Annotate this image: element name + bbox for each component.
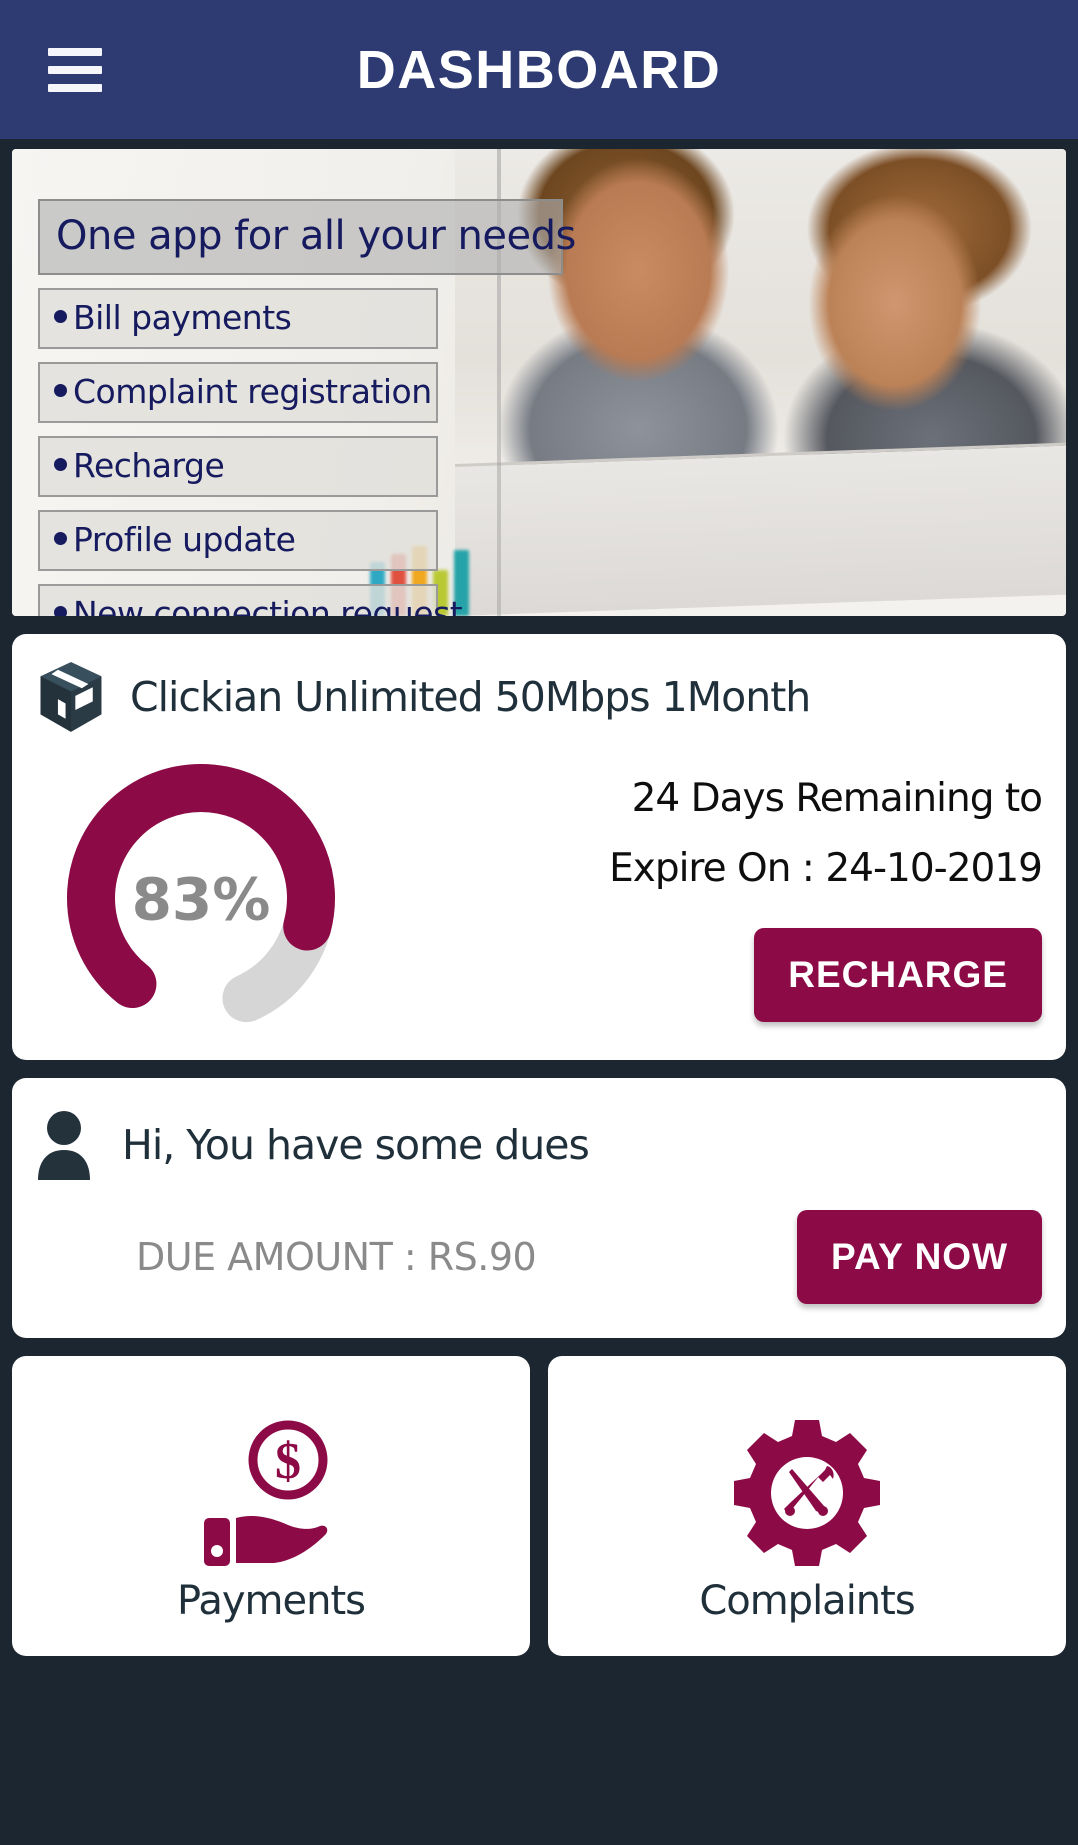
plan-card-header: Clickian Unlimited 50Mbps 1Month [36, 660, 1042, 734]
bullet-dot-icon [54, 310, 67, 323]
bullet-dot-icon [54, 606, 67, 616]
tile-complaints[interactable]: Complaints [548, 1356, 1066, 1656]
app-header: DASHBOARD [0, 0, 1078, 139]
pay-now-button[interactable]: PAY NOW [797, 1210, 1042, 1304]
dues-card: Hi, You have some dues DUE AMOUNT : RS.9… [12, 1078, 1066, 1338]
expire-on-text: Expire On : 24-10-2019 [609, 846, 1043, 892]
banner-item-label: Bill payments [73, 298, 292, 337]
plan-expiry-block: 24 Days Remaining to Expire On : 24-10-2… [366, 746, 1043, 1023]
banner-laptop [454, 442, 1066, 616]
package-box-icon [40, 662, 102, 732]
banner-heading: One app for all your needs [38, 199, 576, 275]
banner-item-label: New connection request [73, 594, 463, 616]
bullet-dot-icon [54, 458, 67, 471]
person-icon [38, 1111, 90, 1180]
banner-item-label: Complaint registration [73, 372, 432, 411]
hand-holding-dollar-icon: $ [196, 1412, 346, 1572]
banner-item-recharge: Recharge [38, 436, 438, 497]
recharge-button[interactable]: RECHARGE [754, 928, 1042, 1023]
dues-title: Hi, You have some dues [122, 1121, 590, 1169]
bullet-dot-icon [54, 384, 67, 397]
dues-card-header: Hi, You have some dues [36, 1108, 1042, 1182]
svg-text:$: $ [275, 1433, 301, 1490]
page-title: DASHBOARD [356, 39, 722, 100]
banner-item-profile-update: Profile update [38, 510, 438, 571]
banner-item-label: Recharge [73, 446, 225, 485]
quick-action-tiles: $ Payments Complaints [12, 1356, 1066, 1656]
banner-item-new-connection-request: New connection request [38, 584, 463, 616]
banner-item-complaint-registration: Complaint registration [38, 362, 438, 423]
dues-amount-row: DUE AMOUNT : RS.90 PAY NOW [36, 1210, 1042, 1304]
tile-payments[interactable]: $ Payments [12, 1356, 530, 1656]
due-amount-label: DUE AMOUNT : RS.90 [136, 1235, 537, 1279]
plan-card-body: 83% 24 Days Remaining to Expire On : 24-… [36, 746, 1043, 1030]
banner-text-block: One app for all your needs Bill payments… [38, 199, 576, 616]
gear-tools-icon [732, 1412, 882, 1572]
scroll-content: One app for all your needs Bill payments… [0, 149, 1078, 1656]
plan-title: Clickian Unlimited 50Mbps 1Month [130, 673, 811, 721]
tile-label: Payments [177, 1578, 366, 1624]
plan-card: Clickian Unlimited 50Mbps 1Month 83% 24 … [12, 634, 1066, 1060]
days-remaining-text: 24 Days Remaining to [631, 776, 1043, 821]
promo-banner[interactable]: One app for all your needs Bill payments… [12, 149, 1066, 616]
usage-gauge: 83% [56, 758, 346, 1030]
banner-item-bill-payments: Bill payments [38, 288, 438, 349]
banner-item-label: Profile update [73, 520, 296, 559]
plan-gauge-wrapper: 83% [36, 746, 366, 1030]
bullet-dot-icon [54, 532, 67, 545]
gauge-percent-label: 83% [131, 865, 271, 934]
tile-label: Complaints [699, 1578, 915, 1624]
